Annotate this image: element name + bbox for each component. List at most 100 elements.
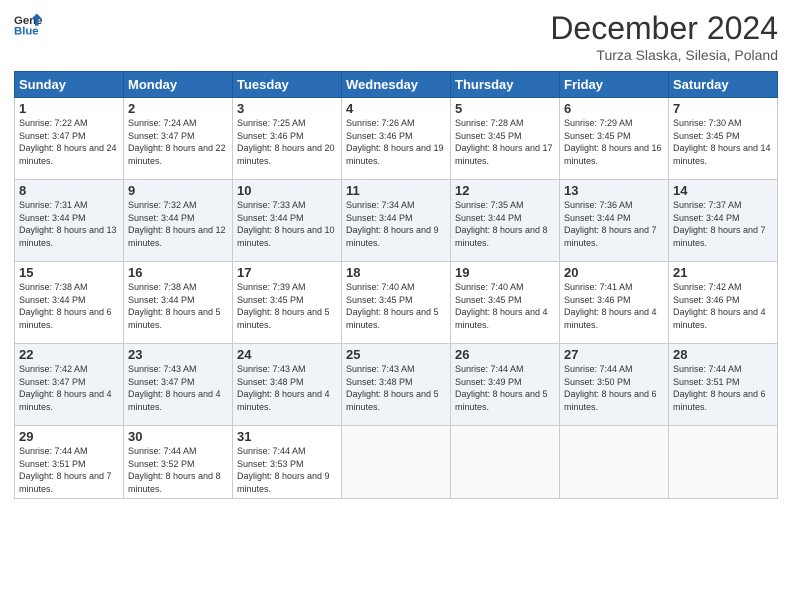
day-info: Sunrise: 7:37 AMSunset: 3:44 PMDaylight:… xyxy=(673,199,773,249)
day-number: 15 xyxy=(19,265,119,280)
day-number: 9 xyxy=(128,183,228,198)
calendar-cell: 24Sunrise: 7:43 AMSunset: 3:48 PMDayligh… xyxy=(233,344,342,426)
day-info: Sunrise: 7:30 AMSunset: 3:45 PMDaylight:… xyxy=(673,117,773,167)
day-number: 6 xyxy=(564,101,664,116)
calendar-cell: 10Sunrise: 7:33 AMSunset: 3:44 PMDayligh… xyxy=(233,180,342,262)
calendar-week-4: 22Sunrise: 7:42 AMSunset: 3:47 PMDayligh… xyxy=(15,344,778,426)
calendar-cell: 18Sunrise: 7:40 AMSunset: 3:45 PMDayligh… xyxy=(342,262,451,344)
day-number: 10 xyxy=(237,183,337,198)
calendar-cell: 27Sunrise: 7:44 AMSunset: 3:50 PMDayligh… xyxy=(560,344,669,426)
day-info: Sunrise: 7:43 AMSunset: 3:48 PMDaylight:… xyxy=(237,363,337,413)
logo-icon: General Blue xyxy=(14,10,42,38)
day-number: 26 xyxy=(455,347,555,362)
day-info: Sunrise: 7:44 AMSunset: 3:52 PMDaylight:… xyxy=(128,445,228,495)
calendar-cell xyxy=(342,426,451,499)
day-number: 14 xyxy=(673,183,773,198)
day-info: Sunrise: 7:44 AMSunset: 3:53 PMDaylight:… xyxy=(237,445,337,495)
day-info: Sunrise: 7:42 AMSunset: 3:46 PMDaylight:… xyxy=(673,281,773,331)
day-number: 31 xyxy=(237,429,337,444)
weekday-header-monday: Monday xyxy=(124,72,233,98)
calendar-cell: 2Sunrise: 7:24 AMSunset: 3:47 PMDaylight… xyxy=(124,98,233,180)
weekday-header-thursday: Thursday xyxy=(451,72,560,98)
day-info: Sunrise: 7:44 AMSunset: 3:50 PMDaylight:… xyxy=(564,363,664,413)
calendar-cell: 4Sunrise: 7:26 AMSunset: 3:46 PMDaylight… xyxy=(342,98,451,180)
calendar-cell: 8Sunrise: 7:31 AMSunset: 3:44 PMDaylight… xyxy=(15,180,124,262)
weekday-header-friday: Friday xyxy=(560,72,669,98)
calendar-body: 1Sunrise: 7:22 AMSunset: 3:47 PMDaylight… xyxy=(15,98,778,499)
calendar-cell: 14Sunrise: 7:37 AMSunset: 3:44 PMDayligh… xyxy=(669,180,778,262)
calendar-cell: 30Sunrise: 7:44 AMSunset: 3:52 PMDayligh… xyxy=(124,426,233,499)
day-number: 17 xyxy=(237,265,337,280)
calendar-week-5: 29Sunrise: 7:44 AMSunset: 3:51 PMDayligh… xyxy=(15,426,778,499)
svg-text:Blue: Blue xyxy=(14,26,39,38)
day-number: 22 xyxy=(19,347,119,362)
day-number: 16 xyxy=(128,265,228,280)
calendar-cell: 22Sunrise: 7:42 AMSunset: 3:47 PMDayligh… xyxy=(15,344,124,426)
calendar-cell: 15Sunrise: 7:38 AMSunset: 3:44 PMDayligh… xyxy=(15,262,124,344)
day-number: 12 xyxy=(455,183,555,198)
calendar-cell: 28Sunrise: 7:44 AMSunset: 3:51 PMDayligh… xyxy=(669,344,778,426)
calendar-cell: 11Sunrise: 7:34 AMSunset: 3:44 PMDayligh… xyxy=(342,180,451,262)
day-number: 1 xyxy=(19,101,119,116)
day-number: 30 xyxy=(128,429,228,444)
header: General Blue December 2024 Turza Slaska,… xyxy=(14,10,778,63)
day-info: Sunrise: 7:24 AMSunset: 3:47 PMDaylight:… xyxy=(128,117,228,167)
day-number: 2 xyxy=(128,101,228,116)
calendar-table: SundayMondayTuesdayWednesdayThursdayFrid… xyxy=(14,71,778,499)
day-info: Sunrise: 7:43 AMSunset: 3:48 PMDaylight:… xyxy=(346,363,446,413)
day-number: 24 xyxy=(237,347,337,362)
calendar-cell xyxy=(669,426,778,499)
day-number: 23 xyxy=(128,347,228,362)
day-number: 7 xyxy=(673,101,773,116)
calendar-cell: 21Sunrise: 7:42 AMSunset: 3:46 PMDayligh… xyxy=(669,262,778,344)
weekday-header-saturday: Saturday xyxy=(669,72,778,98)
day-info: Sunrise: 7:38 AMSunset: 3:44 PMDaylight:… xyxy=(19,281,119,331)
day-info: Sunrise: 7:39 AMSunset: 3:45 PMDaylight:… xyxy=(237,281,337,331)
day-number: 29 xyxy=(19,429,119,444)
day-info: Sunrise: 7:32 AMSunset: 3:44 PMDaylight:… xyxy=(128,199,228,249)
calendar-cell: 25Sunrise: 7:43 AMSunset: 3:48 PMDayligh… xyxy=(342,344,451,426)
day-info: Sunrise: 7:44 AMSunset: 3:51 PMDaylight:… xyxy=(673,363,773,413)
day-info: Sunrise: 7:35 AMSunset: 3:44 PMDaylight:… xyxy=(455,199,555,249)
calendar-cell: 16Sunrise: 7:38 AMSunset: 3:44 PMDayligh… xyxy=(124,262,233,344)
calendar-cell: 29Sunrise: 7:44 AMSunset: 3:51 PMDayligh… xyxy=(15,426,124,499)
logo: General Blue xyxy=(14,10,42,38)
weekday-header-sunday: Sunday xyxy=(15,72,124,98)
day-info: Sunrise: 7:28 AMSunset: 3:45 PMDaylight:… xyxy=(455,117,555,167)
day-info: Sunrise: 7:38 AMSunset: 3:44 PMDaylight:… xyxy=(128,281,228,331)
calendar-cell: 31Sunrise: 7:44 AMSunset: 3:53 PMDayligh… xyxy=(233,426,342,499)
calendar-cell: 5Sunrise: 7:28 AMSunset: 3:45 PMDaylight… xyxy=(451,98,560,180)
day-number: 21 xyxy=(673,265,773,280)
day-number: 27 xyxy=(564,347,664,362)
day-info: Sunrise: 7:22 AMSunset: 3:47 PMDaylight:… xyxy=(19,117,119,167)
day-number: 4 xyxy=(346,101,446,116)
day-info: Sunrise: 7:42 AMSunset: 3:47 PMDaylight:… xyxy=(19,363,119,413)
calendar-cell: 13Sunrise: 7:36 AMSunset: 3:44 PMDayligh… xyxy=(560,180,669,262)
calendar-week-1: 1Sunrise: 7:22 AMSunset: 3:47 PMDaylight… xyxy=(15,98,778,180)
day-info: Sunrise: 7:33 AMSunset: 3:44 PMDaylight:… xyxy=(237,199,337,249)
day-info: Sunrise: 7:40 AMSunset: 3:45 PMDaylight:… xyxy=(346,281,446,331)
day-info: Sunrise: 7:43 AMSunset: 3:47 PMDaylight:… xyxy=(128,363,228,413)
calendar-page: General Blue December 2024 Turza Slaska,… xyxy=(0,0,792,612)
day-number: 18 xyxy=(346,265,446,280)
calendar-cell xyxy=(560,426,669,499)
day-info: Sunrise: 7:41 AMSunset: 3:46 PMDaylight:… xyxy=(564,281,664,331)
location: Turza Slaska, Silesia, Poland xyxy=(550,47,778,63)
day-info: Sunrise: 7:44 AMSunset: 3:51 PMDaylight:… xyxy=(19,445,119,495)
day-info: Sunrise: 7:25 AMSunset: 3:46 PMDaylight:… xyxy=(237,117,337,167)
calendar-cell: 20Sunrise: 7:41 AMSunset: 3:46 PMDayligh… xyxy=(560,262,669,344)
calendar-cell: 17Sunrise: 7:39 AMSunset: 3:45 PMDayligh… xyxy=(233,262,342,344)
calendar-cell: 12Sunrise: 7:35 AMSunset: 3:44 PMDayligh… xyxy=(451,180,560,262)
calendar-cell: 1Sunrise: 7:22 AMSunset: 3:47 PMDaylight… xyxy=(15,98,124,180)
day-info: Sunrise: 7:29 AMSunset: 3:45 PMDaylight:… xyxy=(564,117,664,167)
calendar-cell: 7Sunrise: 7:30 AMSunset: 3:45 PMDaylight… xyxy=(669,98,778,180)
day-number: 13 xyxy=(564,183,664,198)
calendar-cell: 26Sunrise: 7:44 AMSunset: 3:49 PMDayligh… xyxy=(451,344,560,426)
day-number: 25 xyxy=(346,347,446,362)
month-title: December 2024 xyxy=(550,10,778,47)
calendar-cell: 19Sunrise: 7:40 AMSunset: 3:45 PMDayligh… xyxy=(451,262,560,344)
weekday-header-tuesday: Tuesday xyxy=(233,72,342,98)
title-block: December 2024 Turza Slaska, Silesia, Pol… xyxy=(550,10,778,63)
day-number: 20 xyxy=(564,265,664,280)
day-info: Sunrise: 7:36 AMSunset: 3:44 PMDaylight:… xyxy=(564,199,664,249)
